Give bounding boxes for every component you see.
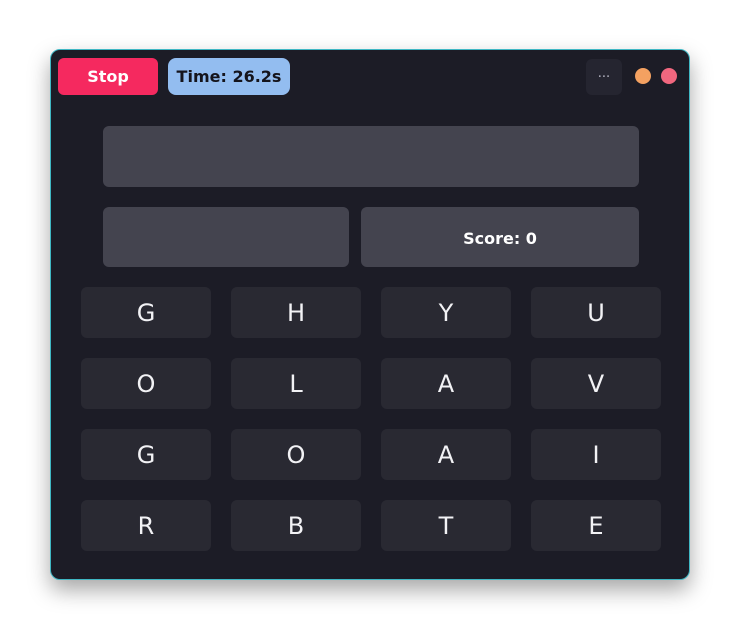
letter-tile[interactable]: U — [531, 287, 661, 338]
letter-tile[interactable]: E — [531, 500, 661, 551]
game-window: Stop Time: 26.2s ··· Score: 0 G H Y U O … — [50, 49, 690, 580]
letter-tile[interactable]: L — [231, 358, 361, 409]
current-word-display — [103, 126, 639, 187]
letter-tile[interactable]: V — [531, 358, 661, 409]
letter-tile[interactable]: R — [81, 500, 211, 551]
found-words-box — [103, 207, 349, 267]
minimize-button[interactable] — [635, 68, 651, 84]
score-display: Score: 0 — [361, 207, 639, 267]
close-button[interactable] — [661, 68, 677, 84]
letter-tile[interactable]: O — [231, 429, 361, 480]
letter-tile[interactable]: O — [81, 358, 211, 409]
letter-tile[interactable]: A — [381, 358, 511, 409]
score-label: Score: 0 — [463, 228, 537, 248]
letter-tile[interactable]: H — [231, 287, 361, 338]
letter-tile[interactable]: Y — [381, 287, 511, 338]
stop-button[interactable]: Stop — [58, 58, 158, 95]
timer-badge: Time: 26.2s — [168, 58, 290, 95]
letter-tile[interactable]: B — [231, 500, 361, 551]
ellipsis-icon: ··· — [597, 69, 611, 85]
letter-grid: G H Y U O L A V G O A I R B T E — [81, 287, 661, 551]
letter-tile[interactable]: A — [381, 429, 511, 480]
more-options-button[interactable]: ··· — [586, 59, 622, 95]
letter-tile[interactable]: I — [531, 429, 661, 480]
letter-tile[interactable]: G — [81, 287, 211, 338]
letter-tile[interactable]: G — [81, 429, 211, 480]
letter-tile[interactable]: T — [381, 500, 511, 551]
